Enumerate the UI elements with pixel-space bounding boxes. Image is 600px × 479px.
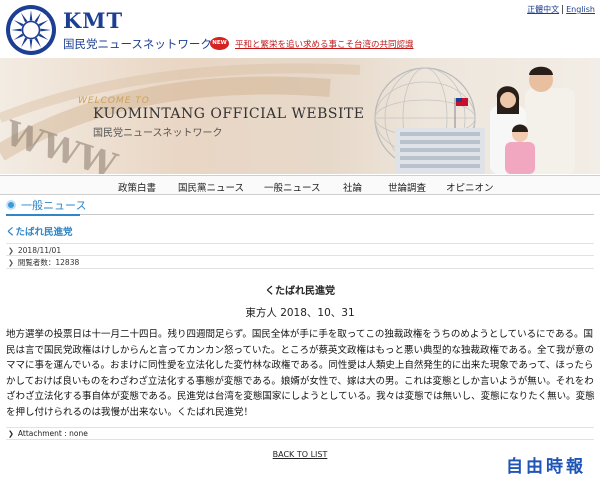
meta-views-row: ❯ 閲覧者数：12838 <box>6 256 594 269</box>
attachment-text: Attachment : none <box>17 429 88 438</box>
watermark: 自由時報 <box>506 457 586 477</box>
kmt-sun-logo-icon[interactable] <box>5 4 57 56</box>
nav-item-opinion[interactable]: オピニオン <box>446 180 494 194</box>
site-header: KMT 国民党ニュースネットワーク NEW 平和と繁栄を追い求める事こそ台湾の共… <box>0 0 600 58</box>
lang-divider <box>562 5 564 14</box>
section-title: 一般ニュース <box>21 199 87 212</box>
nav-item-editorial[interactable]: 社論 <box>343 180 362 194</box>
section-divider-accent <box>6 214 80 216</box>
nav-item-general-news[interactable]: 一般ニュース <box>264 180 321 194</box>
family-photo <box>490 66 575 174</box>
chevron-right-icon: ❯ <box>8 247 14 255</box>
banner-title: KUOMINTANG OFFICIAL WEBSITE <box>93 106 365 122</box>
lang-english-link[interactable]: English <box>566 5 595 14</box>
hero-banner: WWW WELCOME TO KUOMINTANG OFFICIAL WEBSI… <box>0 58 600 174</box>
meta-date-row: ❯ 2018/11/01 <box>6 243 594 256</box>
new-badge: NEW <box>210 37 229 50</box>
nav-item-party-news[interactable]: 国民黨ニュース <box>178 180 244 194</box>
attachment-row: ❯ Attachment : none <box>6 427 594 440</box>
back-to-list-link[interactable]: BACK TO LIST <box>273 450 328 459</box>
brand-subtitle: 国民党ニュースネットワーク <box>63 37 212 51</box>
section-divider <box>6 214 594 215</box>
article-byline: 東方人 2018、10、31 <box>245 307 355 319</box>
bullet-circle-icon <box>6 200 16 210</box>
article-body: 地方選挙の投票日は十一月二十四日。残り四週間足らず。国民全体が手に手を取ってこの… <box>6 329 595 418</box>
brand-name[interactable]: KMT <box>63 8 123 33</box>
section-header: 一般ニュース <box>6 196 86 214</box>
nav-item-survey[interactable]: 世論調査 <box>388 180 426 194</box>
headline-news-link[interactable]: 平和と繁栄を追い求める事こそ台湾の共同認識 <box>235 38 414 50</box>
nav-item-policy[interactable]: 政策白書 <box>118 180 156 194</box>
article-date: 2018/11/01 <box>17 246 62 255</box>
party-building-icon <box>395 98 485 174</box>
banner-subtitle: 国民党ニュースネットワーク <box>93 128 223 139</box>
article-views: 閲覧者数：12838 <box>17 258 80 267</box>
breadcrumb[interactable]: くたばれ民進党 <box>6 224 73 238</box>
lang-traditional-chinese-link[interactable]: 正體中文 <box>527 5 559 14</box>
main-nav: 政策白書 国民黨ニュース 一般ニュース 社論 世論調査 オピニオン <box>0 175 600 195</box>
article-title: くたばれ民進党 <box>265 286 335 297</box>
banner-welcome: WELCOME TO <box>78 96 150 106</box>
chevron-right-icon: ❯ <box>8 430 14 438</box>
chevron-right-icon: ❯ <box>8 259 14 267</box>
language-switcher: 正體中文 English <box>527 4 595 15</box>
